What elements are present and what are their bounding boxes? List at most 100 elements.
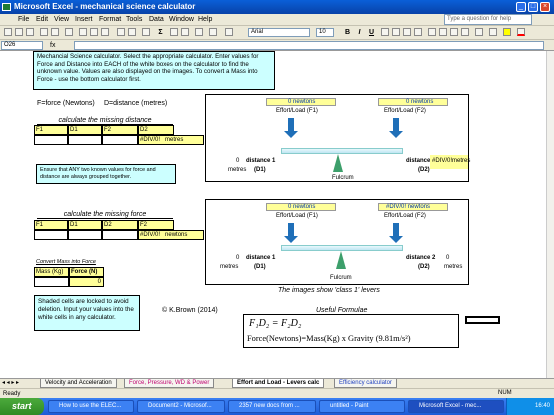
minimize-button[interactable]: _ bbox=[516, 2, 526, 12]
redo-icon[interactable] bbox=[128, 28, 136, 36]
diagram1-d1-sub: (D1) bbox=[254, 167, 266, 173]
comma-icon[interactable] bbox=[450, 28, 458, 36]
menu-data[interactable]: Data bbox=[149, 15, 164, 25]
fulcrum-1-icon bbox=[333, 154, 343, 172]
preview-icon[interactable] bbox=[51, 28, 59, 36]
spelling-icon[interactable] bbox=[65, 28, 73, 36]
help-icon[interactable] bbox=[225, 28, 233, 36]
task-item-2[interactable]: Document2 - Microsof... bbox=[137, 400, 225, 413]
currency-icon[interactable] bbox=[428, 28, 436, 36]
font-size-select[interactable]: 10 bbox=[316, 28, 334, 37]
underline-button[interactable]: U bbox=[367, 28, 376, 37]
calc1-result-value: #DIV/0! bbox=[140, 137, 161, 143]
tab-scroll-arrows[interactable]: ◂ ◂ ▸ ▸ bbox=[2, 379, 19, 386]
task-item-3[interactable]: 2357 new docs from ... bbox=[228, 400, 316, 413]
calc2-d2-input[interactable] bbox=[102, 230, 138, 240]
calc2-f1-input[interactable] bbox=[34, 230, 68, 240]
diagram1-d1-label: distance 1 bbox=[246, 158, 276, 164]
clock: 16:40 bbox=[534, 403, 550, 409]
menu-format[interactable]: Format bbox=[99, 15, 121, 25]
vertical-scrollbar[interactable] bbox=[546, 51, 554, 378]
drawing-icon[interactable] bbox=[195, 28, 203, 36]
convert-mass-input[interactable] bbox=[34, 277, 69, 287]
calc1-f2-input[interactable] bbox=[102, 135, 138, 145]
align-right-icon[interactable] bbox=[403, 28, 411, 36]
tab-velocity-acceleration[interactable]: Velocity and Acceleration bbox=[40, 379, 117, 388]
menu-help[interactable]: Help bbox=[198, 15, 212, 25]
chart-icon[interactable] bbox=[181, 28, 189, 36]
font-color-icon[interactable] bbox=[517, 28, 525, 36]
bold-button[interactable]: B bbox=[343, 28, 352, 37]
indent-icon[interactable] bbox=[475, 28, 483, 36]
task-item-4[interactable]: untitled - Paint bbox=[319, 400, 405, 413]
calc1-result: #DIV/0! metres bbox=[138, 135, 204, 145]
lever-diagram-1: 0 newtons 0 newtons Effort/Load (F1) Eff… bbox=[205, 94, 470, 182]
calc1-header-d1: D1 bbox=[68, 125, 102, 135]
copy-icon[interactable] bbox=[90, 28, 98, 36]
menu-view[interactable]: View bbox=[54, 15, 69, 25]
selected-cell[interactable] bbox=[465, 316, 500, 324]
menu-insert[interactable]: Insert bbox=[75, 15, 93, 25]
paste-icon[interactable] bbox=[101, 28, 109, 36]
calc2-result-value: #DIV/0! bbox=[140, 232, 161, 238]
hyperlink-icon[interactable] bbox=[142, 28, 150, 36]
formula-force: Force(Newtons)=Mass(Kg) x Gravity (9.81m… bbox=[247, 334, 411, 343]
merge-icon[interactable] bbox=[414, 28, 422, 36]
save-icon[interactable] bbox=[26, 28, 34, 36]
calc1-d1-input[interactable] bbox=[68, 135, 102, 145]
author-credit: © K.Brown (2014) bbox=[162, 307, 218, 314]
percent-icon[interactable] bbox=[439, 28, 447, 36]
diagram1-f1-label: Effort/Load (F1) bbox=[276, 108, 318, 114]
cut-icon[interactable] bbox=[79, 28, 87, 36]
align-center-icon[interactable] bbox=[392, 28, 400, 36]
name-box[interactable]: O26 bbox=[1, 41, 43, 50]
worksheet[interactable]: Mechancial Science calculator. Select th… bbox=[0, 51, 546, 378]
system-tray: 16:40 bbox=[506, 398, 554, 415]
align-left-icon[interactable] bbox=[381, 28, 389, 36]
autosum-icon[interactable]: Σ bbox=[156, 28, 165, 37]
diagram2-d2-label: distance 2 bbox=[406, 255, 436, 261]
diagram1-f2-value: 0 newtons bbox=[406, 99, 434, 105]
excel-app-icon[interactable] bbox=[2, 3, 11, 11]
force-legend: F=force (Newtons) bbox=[37, 100, 95, 107]
new-icon[interactable] bbox=[4, 28, 12, 36]
undo-icon[interactable] bbox=[117, 28, 125, 36]
close-button[interactable]: × bbox=[540, 2, 550, 12]
diagram1-f2-label: Effort/Load (F2) bbox=[384, 108, 426, 114]
calc2-title: calculate the missing force bbox=[37, 211, 173, 219]
font-name-select[interactable]: Arial bbox=[248, 28, 310, 37]
italic-button[interactable]: I bbox=[355, 28, 364, 37]
maximize-button[interactable]: □ bbox=[528, 2, 538, 12]
menu-edit[interactable]: Edit bbox=[36, 15, 48, 25]
diagram2-f1-value: 0 newtons bbox=[288, 204, 316, 210]
load-arrow-1-icon bbox=[389, 118, 403, 138]
decimal-icon[interactable] bbox=[461, 28, 469, 36]
task-item-5[interactable]: Microsoft Excel - mec... bbox=[408, 400, 504, 413]
tab-force-pressure[interactable]: Force, Pressure, WD & Power bbox=[124, 379, 215, 388]
fill-color-icon[interactable] bbox=[503, 28, 511, 36]
calc2-header-d1: D1 bbox=[68, 220, 102, 230]
calc1-title: calculate the missing distance bbox=[37, 117, 173, 125]
fx-icon[interactable]: fx bbox=[50, 41, 55, 50]
calc2-d1-input[interactable] bbox=[68, 230, 102, 240]
tab-efficiency[interactable]: Efficiency calculator bbox=[334, 379, 397, 388]
diagram2-f1-label: Effort/Load (F1) bbox=[276, 213, 318, 219]
calc2-result: #DIV/0! newtons bbox=[138, 230, 204, 240]
start-button[interactable]: start bbox=[0, 398, 44, 415]
open-icon[interactable] bbox=[15, 28, 23, 36]
calc1-f1-input[interactable] bbox=[34, 135, 68, 145]
tab-effort-load[interactable]: Effort and Load - Levers calc bbox=[232, 379, 325, 388]
sort-icon[interactable] bbox=[170, 28, 178, 36]
menu-tools[interactable]: Tools bbox=[126, 15, 142, 25]
formula-input[interactable] bbox=[74, 41, 544, 50]
diagram1-d1-unit: metres bbox=[228, 167, 247, 173]
print-icon[interactable] bbox=[40, 28, 48, 36]
calc2-header-f1: F1 bbox=[34, 220, 68, 230]
borders-icon[interactable] bbox=[489, 28, 497, 36]
diagram2-d1-unit: metres bbox=[220, 264, 239, 270]
menu-file[interactable]: File bbox=[18, 15, 29, 25]
task-item-1[interactable]: How to use the ELEC... bbox=[48, 400, 134, 413]
ask-question-input[interactable]: Type a question for help bbox=[444, 14, 532, 25]
zoom-icon[interactable] bbox=[209, 28, 217, 36]
menu-window[interactable]: Window bbox=[169, 15, 194, 25]
